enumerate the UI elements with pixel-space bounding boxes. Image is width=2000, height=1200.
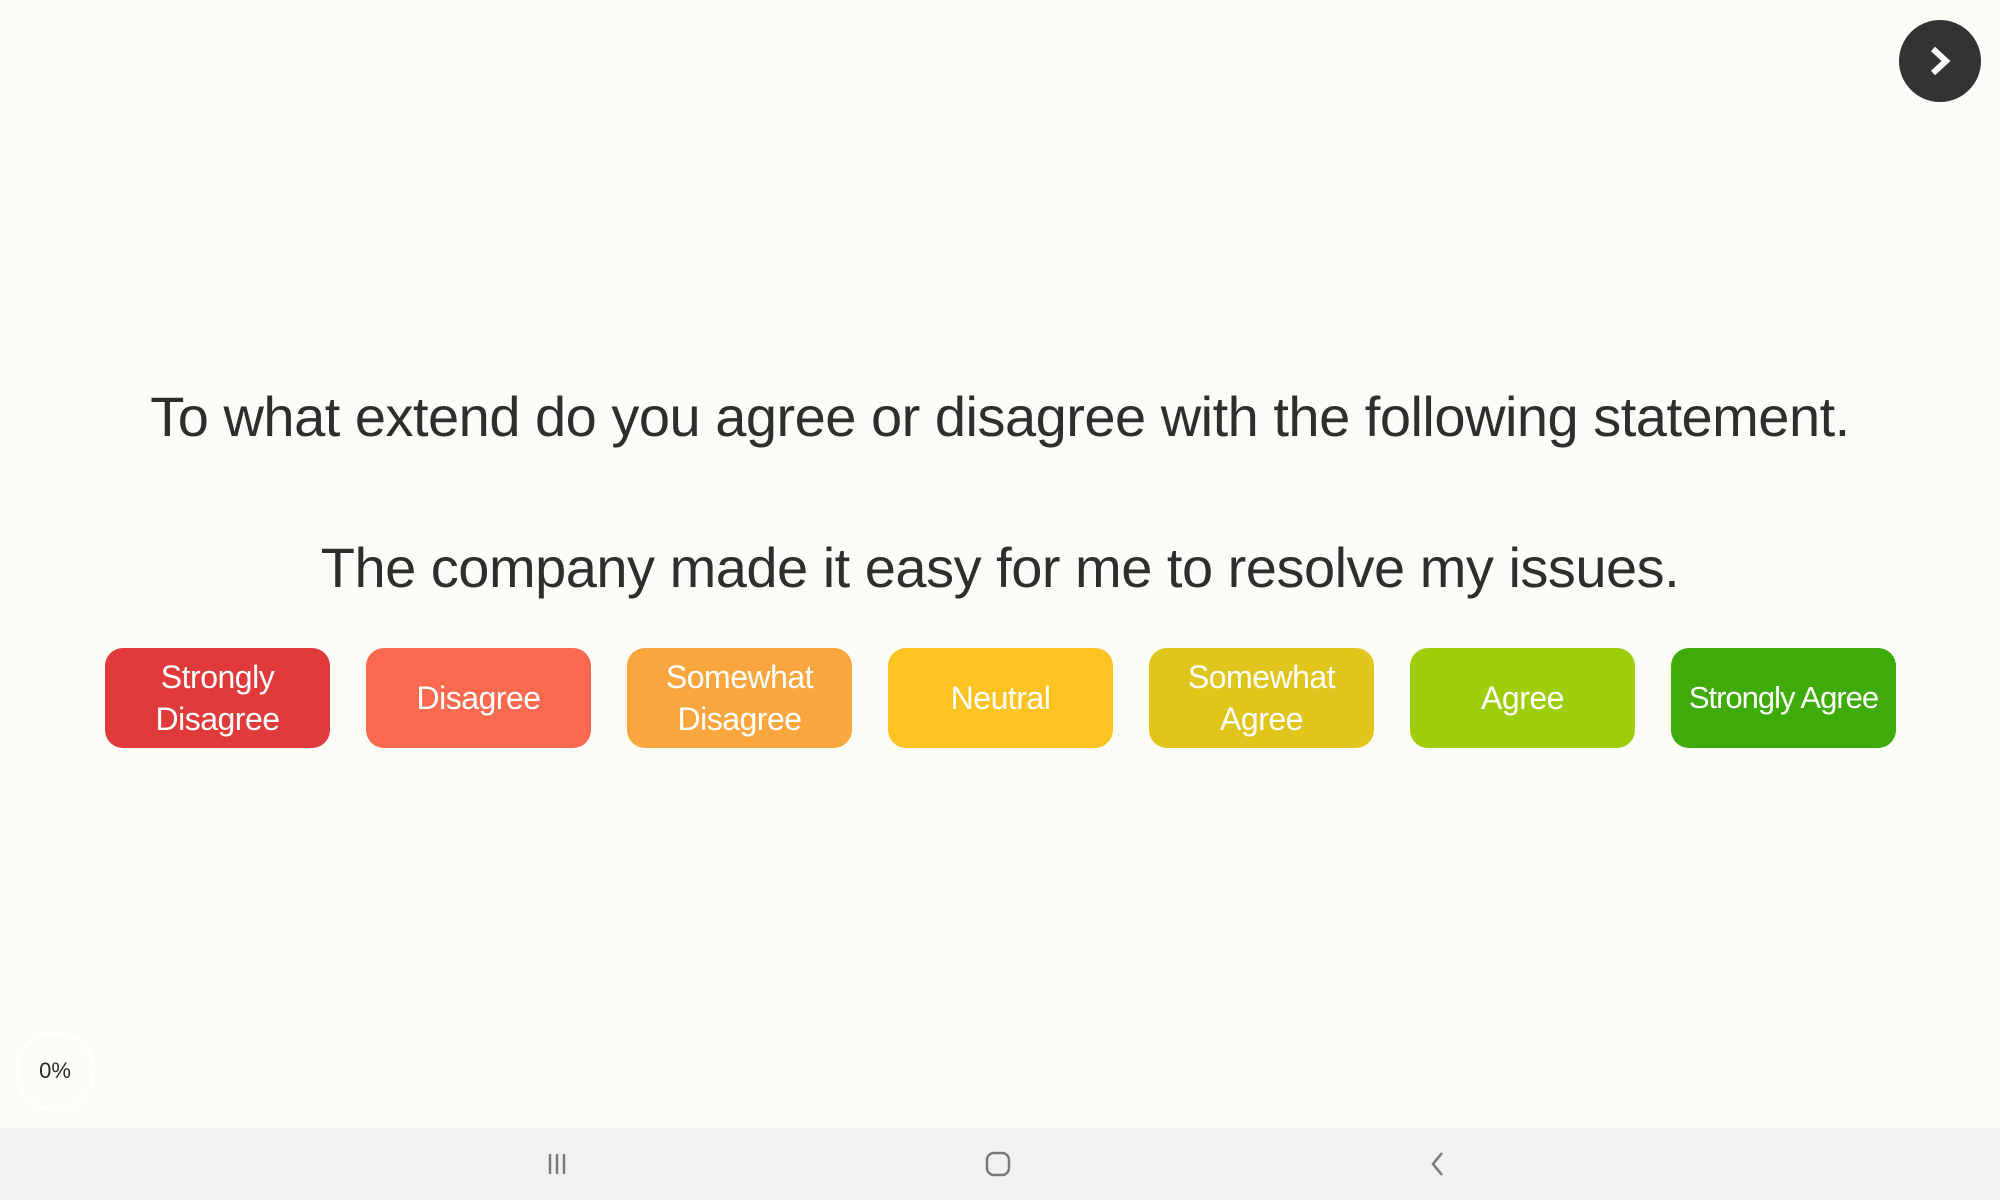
progress-indicator: 0% bbox=[15, 1031, 95, 1111]
option-label: Strongly Disagree bbox=[155, 659, 280, 737]
option-label: Disagree bbox=[416, 680, 541, 716]
option-somewhat-disagree[interactable]: Somewhat Disagree bbox=[627, 648, 852, 748]
question-statement: The company made it easy for me to resol… bbox=[320, 536, 1680, 599]
progress-label: 0% bbox=[39, 1058, 71, 1083]
option-disagree[interactable]: Disagree bbox=[366, 648, 591, 748]
survey-screen: To what extend do you agree or disagree … bbox=[0, 0, 2000, 1200]
option-label: Somewhat Agree bbox=[1187, 659, 1336, 737]
option-strongly-disagree[interactable]: Strongly Disagree bbox=[105, 648, 330, 748]
recents-button[interactable] bbox=[497, 1128, 617, 1200]
option-agree[interactable]: Agree bbox=[1410, 648, 1635, 748]
likert-options: Strongly Disagree Disagree Somewhat Disa… bbox=[105, 648, 1896, 748]
home-icon bbox=[985, 1151, 1011, 1177]
next-button[interactable] bbox=[1899, 20, 1981, 102]
back-button[interactable] bbox=[1378, 1128, 1498, 1200]
system-navigation-bar bbox=[0, 1128, 2000, 1200]
option-strongly-agree[interactable]: Strongly Agree bbox=[1671, 648, 1896, 748]
option-somewhat-agree[interactable]: Somewhat Agree bbox=[1149, 648, 1374, 748]
question-prompt: To what extend do you agree or disagree … bbox=[150, 385, 1850, 448]
chevron-right-icon bbox=[1930, 46, 1951, 76]
option-label: Neutral bbox=[950, 680, 1051, 716]
back-icon bbox=[1431, 1152, 1443, 1176]
option-label: Agree bbox=[1481, 680, 1564, 716]
option-label: Strongly Agree bbox=[1688, 680, 1879, 715]
home-button[interactable] bbox=[938, 1128, 1058, 1200]
option-label: Somewhat Disagree bbox=[665, 659, 814, 737]
option-neutral[interactable]: Neutral bbox=[888, 648, 1113, 748]
recents-icon bbox=[548, 1154, 566, 1174]
